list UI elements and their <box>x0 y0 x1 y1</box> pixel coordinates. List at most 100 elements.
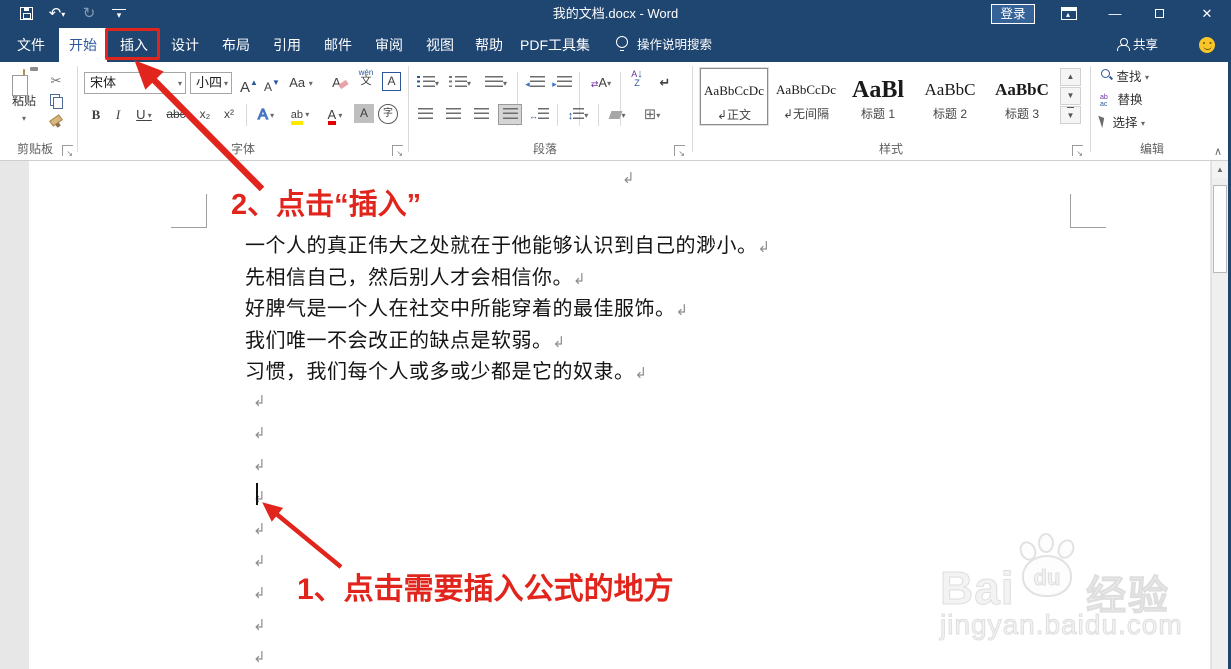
vertical-scrollbar[interactable]: ▲ <box>1211 161 1228 669</box>
strikethrough-button[interactable]: abc <box>162 104 190 125</box>
scroll-up-button[interactable]: ▲ <box>1212 161 1228 178</box>
paragraph-mark: ↲ <box>253 392 266 410</box>
character-shading-button[interactable]: A <box>354 104 374 123</box>
format-painter-button[interactable] <box>49 116 62 134</box>
decrease-indent-icon <box>530 76 545 87</box>
tab-home[interactable]: 开始 <box>59 28 107 62</box>
close-button[interactable]: ✕ <box>1190 0 1224 28</box>
tab-design[interactable]: 设计 <box>160 28 210 62</box>
enclose-characters-button[interactable]: 字 <box>378 104 398 124</box>
replace-button[interactable]: abac 替换 <box>1100 91 1143 110</box>
share-button[interactable]: 共享 <box>1133 28 1158 62</box>
clipboard-dialog-launcher-icon[interactable] <box>62 145 73 156</box>
sort-z-glyph: Z <box>634 78 640 88</box>
font-size-combo[interactable]: 小四▾ <box>190 72 232 94</box>
phonetic-guide-button[interactable]: wén文 <box>354 68 378 89</box>
decrease-indent-button[interactable]: ◂ <box>523 72 547 93</box>
align-right-icon <box>474 108 489 119</box>
increase-indent-button[interactable]: ▸ <box>550 72 574 93</box>
shading-button[interactable]: ▾ <box>603 104 633 125</box>
tab-mailings[interactable]: 邮件 <box>313 28 363 62</box>
tab-help[interactable]: 帮助 <box>465 28 513 62</box>
styles-scroll-down-button[interactable]: ▼ <box>1060 87 1081 105</box>
font-name-combo[interactable]: 宋体▾ <box>84 72 186 94</box>
tab-references[interactable]: 引用 <box>262 28 312 62</box>
align-center-button[interactable] <box>442 104 464 125</box>
underline-caret-icon: ▾ <box>146 111 152 120</box>
multilevel-list-button[interactable]: ▾ <box>480 72 512 93</box>
paragraph-dialog-launcher-icon[interactable] <box>674 145 685 156</box>
tab-pdf-tools[interactable]: PDF工具集 <box>515 28 595 62</box>
baidu-paw-icon: du <box>1018 533 1082 599</box>
justify-button[interactable] <box>498 104 522 125</box>
styles-dialog-launcher-icon[interactable] <box>1072 145 1083 156</box>
bullets-button[interactable]: ▾ <box>414 72 442 93</box>
paste-button[interactable]: 粘贴 ▾ <box>6 70 42 134</box>
shrink-arrow-icon: ▼ <box>272 78 280 87</box>
shrink-font-button[interactable]: A▼ <box>262 72 282 93</box>
style-no-spacing[interactable]: AaBbCcDc ↲无间隔 <box>772 68 840 125</box>
grow-font-button[interactable]: A▲ <box>238 72 260 93</box>
feedback-smiley-icon[interactable] <box>1199 37 1215 53</box>
styles-scroll-up-button[interactable]: ▲ <box>1060 68 1081 86</box>
scrollbar-thumb[interactable] <box>1213 185 1227 273</box>
font-dialog-launcher-icon[interactable] <box>392 145 403 156</box>
paragraph-mark: ↲ <box>253 520 266 538</box>
ribbon-display-options-icon[interactable] <box>1061 7 1077 20</box>
change-case-caret-icon: ▾ <box>309 79 313 88</box>
find-caret-icon: ▾ <box>1145 73 1149 82</box>
line-spacing-button[interactable]: ↕▾ <box>562 104 594 125</box>
maximize-icon <box>1155 9 1164 18</box>
find-button[interactable]: 查找 ▾ <box>1100 68 1149 87</box>
numbering-button[interactable]: ▾ <box>446 72 474 93</box>
justify-icon <box>503 108 518 119</box>
show-marks-button[interactable]: ↵ <box>654 72 676 93</box>
bold-button[interactable]: B <box>86 104 106 125</box>
tab-view[interactable]: 视图 <box>415 28 465 62</box>
character-shading-glyph: A <box>360 106 368 120</box>
copy-button[interactable] <box>50 94 62 112</box>
styles-more-button[interactable]: ▼ <box>1060 106 1081 124</box>
tell-me-search[interactable]: 操作说明搜索 <box>637 28 712 62</box>
highlight-color-button[interactable]: ab ▾ <box>284 104 316 125</box>
bullets-caret-icon: ▾ <box>435 79 439 88</box>
strikethrough-glyph: abc <box>166 107 185 121</box>
tab-layout[interactable]: 布局 <box>211 28 261 62</box>
style-preview: AaBl <box>844 77 912 103</box>
style-normal[interactable]: AaBbCcDc ↲正文 <box>700 68 768 125</box>
divider <box>557 104 558 126</box>
font-color-button[interactable]: A ▾ <box>320 104 350 125</box>
sort-button[interactable]: A↓Z <box>625 70 649 91</box>
align-left-button[interactable] <box>414 104 436 125</box>
superscript-button[interactable]: x² <box>218 104 240 125</box>
select-button[interactable]: 选择 ▾ <box>1100 114 1145 133</box>
align-right-button[interactable] <box>470 104 492 125</box>
borders-button[interactable]: ⊞▾ <box>637 104 667 125</box>
italic-button[interactable]: I <box>110 104 126 125</box>
style-heading2[interactable]: AaBbC 标题 2 <box>916 68 984 125</box>
style-heading1[interactable]: AaBl 标题 1 <box>844 68 912 125</box>
distribute-button[interactable]: ↔ <box>526 104 552 125</box>
tab-file[interactable]: 文件 <box>8 28 54 62</box>
login-button[interactable]: 登录 <box>991 4 1035 24</box>
change-case-button[interactable]: Aa ▾ <box>286 72 316 93</box>
character-border-button[interactable]: A <box>382 72 401 91</box>
collapse-ribbon-icon[interactable]: ∧ <box>1214 145 1222 158</box>
window-title: 我的文档.docx - Word <box>0 0 1231 28</box>
asian-layout-button[interactable]: ⇄A▾ <box>585 72 617 93</box>
tab-review[interactable]: 审阅 <box>364 28 414 62</box>
group-divider <box>77 66 78 152</box>
document-line: 一个人的真正伟大之处就在于他能够认识到自己的渺小。↲ <box>245 234 770 259</box>
clear-formatting-button[interactable]: A <box>328 72 352 93</box>
style-heading3[interactable]: AaBbC 标题 3 <box>988 68 1056 125</box>
text-effects-button[interactable]: A ▾ <box>252 104 280 125</box>
paragraph-mark: ↲ <box>253 488 266 506</box>
cut-button[interactable]: ✂ <box>46 70 66 91</box>
subscript-button[interactable]: x₂ <box>194 104 216 125</box>
replace-label: 替换 <box>1117 93 1142 107</box>
underline-button[interactable]: U ▾ <box>130 104 158 125</box>
paste-caret-icon: ▾ <box>22 114 26 123</box>
minimize-button[interactable]: — <box>1098 0 1132 28</box>
maximize-button[interactable] <box>1142 0 1176 28</box>
style-preview: AaBbCcDc <box>772 77 840 103</box>
